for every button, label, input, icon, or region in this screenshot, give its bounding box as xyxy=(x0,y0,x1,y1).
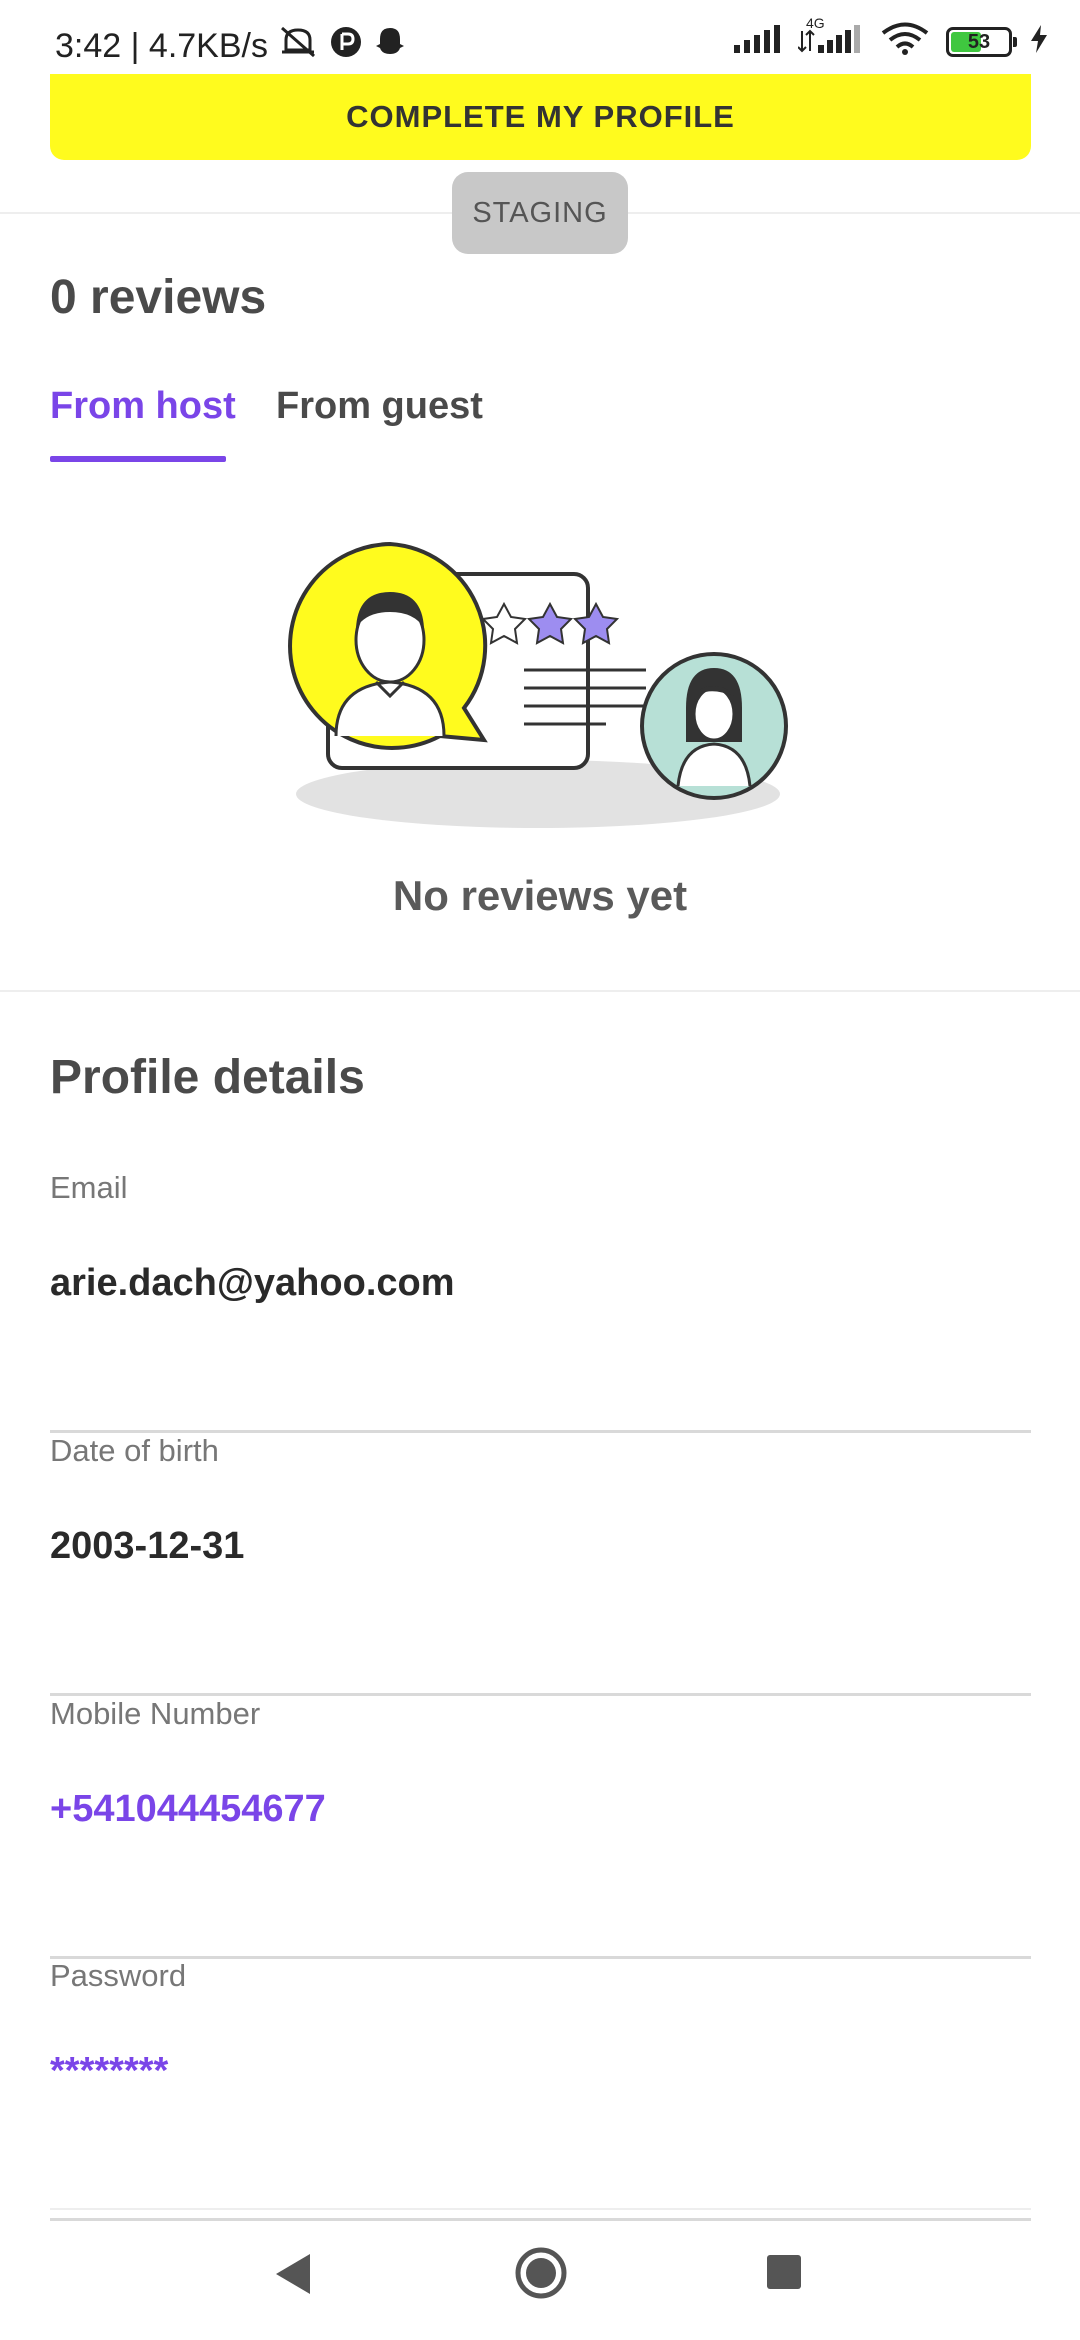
password-value[interactable]: ******** xyxy=(50,2050,168,2093)
signal-icon xyxy=(732,23,782,60)
profile-details-title: Profile details xyxy=(50,1051,365,1104)
battery-level: 53 xyxy=(967,30,991,53)
date-of-birth-label: Date of birth xyxy=(50,1433,219,1468)
charging-icon xyxy=(1028,23,1050,60)
complete-profile-button[interactable]: COMPLETE MY PROFILE xyxy=(50,74,1031,160)
complete-profile-label: COMPLETE MY PROFILE xyxy=(346,99,735,134)
status-right: 4G 53 xyxy=(732,15,1050,61)
app-notification-icon xyxy=(328,24,364,69)
status-left: 3:42 | 4.7KB/s xyxy=(55,24,408,69)
status-speed: 4.7KB/s xyxy=(148,27,268,65)
signal-4g-icon: 4G xyxy=(797,15,864,60)
status-bar: 3:42 | 4.7KB/s 4G 53 xyxy=(0,0,1080,72)
network-type-label: 4G xyxy=(806,15,825,31)
staging-label: STAGING xyxy=(472,196,608,229)
recents-icon[interactable] xyxy=(766,2254,802,2295)
tab-from-host[interactable]: From host xyxy=(50,385,236,428)
tab-from-guest[interactable]: From guest xyxy=(276,385,483,428)
host-avatar xyxy=(288,541,488,750)
mobile-number-value[interactable]: +541044454677 xyxy=(50,1788,326,1831)
empty-reviews-illustration xyxy=(286,536,796,836)
staging-badge: STAGING xyxy=(452,172,628,254)
password-field[interactable]: Password ******** xyxy=(50,1958,1031,2221)
mobile-number-field[interactable]: Mobile Number +541044454677 xyxy=(50,1696,1031,1959)
snapchat-icon xyxy=(372,24,408,69)
mute-icon xyxy=(276,24,320,69)
tab-active-indicator xyxy=(50,456,226,462)
date-of-birth-field[interactable]: Date of birth 2003-12-31 xyxy=(50,1433,1031,1696)
reviews-title: 0 reviews xyxy=(50,271,267,324)
email-label: Email xyxy=(50,1170,128,1205)
password-label: Password xyxy=(50,1958,187,1993)
wifi-icon xyxy=(880,22,930,61)
guest-avatar xyxy=(640,652,788,800)
email-field[interactable]: Email arie.dach@yahoo.com xyxy=(50,1170,1031,1433)
home-icon[interactable] xyxy=(514,2246,568,2305)
mobile-number-label: Mobile Number xyxy=(50,1696,261,1731)
battery-icon: 53 xyxy=(946,26,1017,57)
email-value[interactable]: arie.dach@yahoo.com xyxy=(50,1262,455,1305)
navigation-bar xyxy=(0,2210,1080,2340)
date-of-birth-value[interactable]: 2003-12-31 xyxy=(50,1525,244,1568)
divider xyxy=(0,990,1080,992)
back-icon[interactable] xyxy=(272,2250,316,2303)
status-time: 3:42 xyxy=(55,27,122,65)
no-reviews-message: No reviews yet xyxy=(392,872,688,919)
